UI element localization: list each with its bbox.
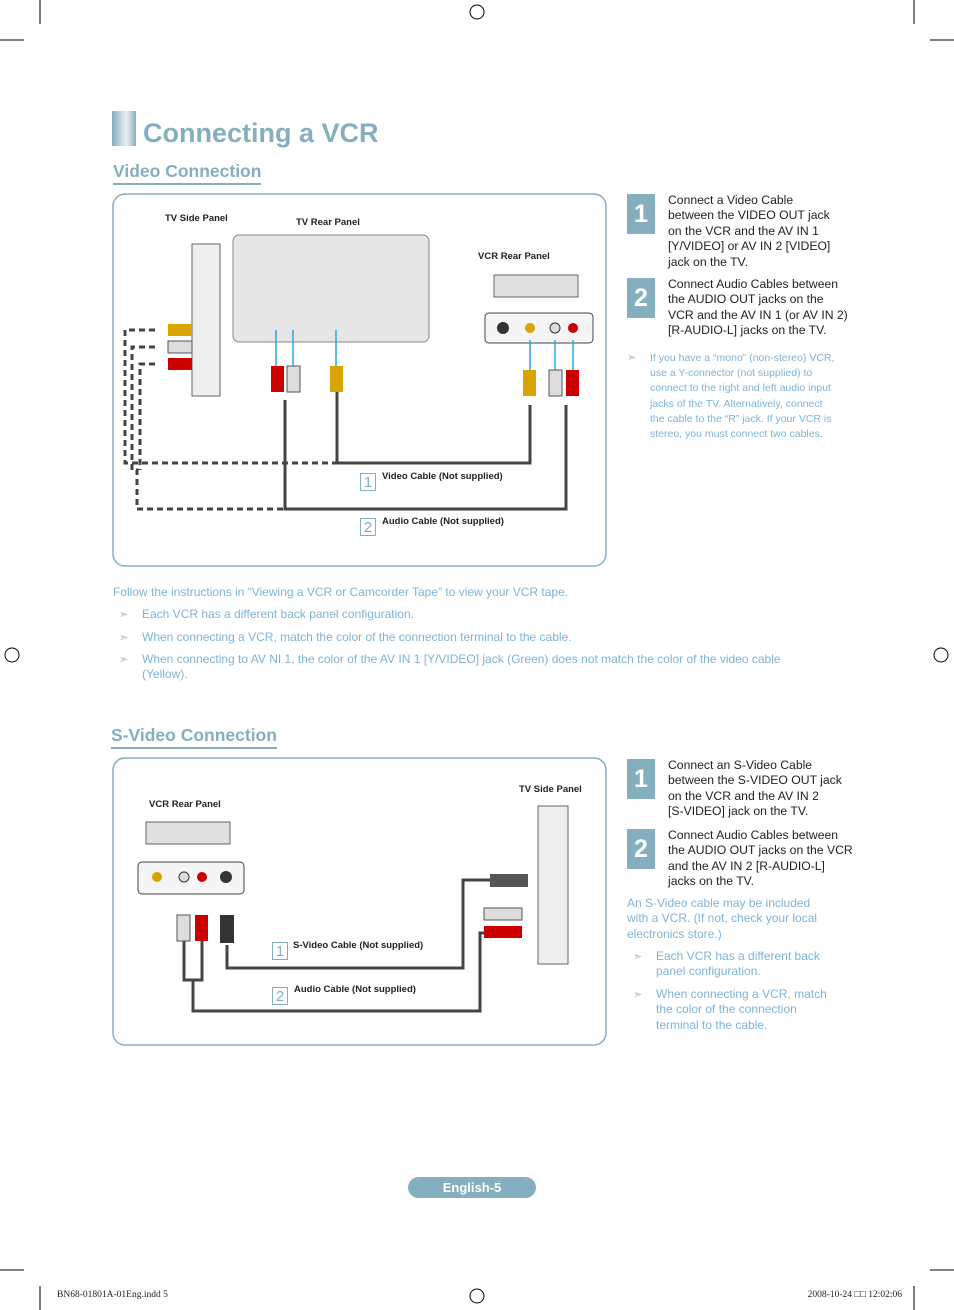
vcr-rear-panel-label: VCR Rear Panel <box>478 251 550 262</box>
step-number: 2 <box>627 829 655 869</box>
step-text: Connect Audio Cables between the AUDIO OU… <box>668 828 853 889</box>
note-arrow-icon: ➣ <box>119 654 129 666</box>
note-item: Each VCR has a different back panel confi… <box>656 949 820 979</box>
note-arrow-icon: ➣ <box>627 352 637 364</box>
tv-rear-panel <box>232 234 430 343</box>
step-number: 2 <box>627 278 655 318</box>
step-number: 1 <box>627 759 655 799</box>
note-item: When connecting to AV NI 1, the color of… <box>142 652 781 682</box>
cable-number-badge: 1 <box>272 942 288 960</box>
note-item: Each VCR has a different back panel conf… <box>142 607 414 621</box>
note-arrow-icon: ➣ <box>633 951 643 963</box>
cable-number-badge: 2 <box>272 987 288 1005</box>
step-text: Connect an S-Video Cable between the S-VI… <box>668 758 842 819</box>
svideo-cable-note: An S-Video cable may be included with a V… <box>627 896 818 941</box>
audio-cable-label: Audio Cable (Not supplied) <box>294 984 416 995</box>
page-number-label: English-5 <box>408 1177 536 1198</box>
svideo-cable-label: S-Video Cable (Not supplied) <box>293 940 424 951</box>
video-cable-label: Video Cable (Not supplied) <box>382 471 503 482</box>
tv-side-panel-label: TV Side Panel <box>165 213 228 224</box>
follow-instructions: Follow the instructions in “Viewing a VC… <box>113 585 569 599</box>
page-title: Connecting a VCR <box>143 118 379 148</box>
vcr-rear-panel-label: VCR Rear Panel <box>149 799 221 810</box>
tv-side-panel <box>537 805 569 965</box>
tv-rear-panel-label: TV Rear Panel <box>296 217 360 228</box>
title-bar-decoration <box>112 111 136 146</box>
note-arrow-icon: ➣ <box>633 989 643 1001</box>
note-item: When connecting a VCR, match the color o… <box>142 630 572 644</box>
footer-timestamp: 2008-10-24 □□ 12:02:06 <box>807 1290 902 1300</box>
note-arrow-icon: ➣ <box>119 632 129 644</box>
footer-filename: BN68-01801A-01Eng.indd 5 <box>57 1290 168 1300</box>
step-text: Connect Audio Cables between the AUDIO OU… <box>668 277 848 338</box>
tv-side-panel-label: TV Side Panel <box>519 784 582 795</box>
video-connection-heading: Video Connection <box>113 161 262 185</box>
note-arrow-icon: ➣ <box>119 609 129 621</box>
vcr-icon <box>145 821 231 845</box>
step-text: Connect a Video Cable between the VIDEO O… <box>668 193 831 269</box>
vcr-icon <box>493 274 579 298</box>
mono-vcr-note: If you have a “mono” (non-stereo) VCR, us… <box>650 352 835 441</box>
note-item: When connecting a VCR, match the color of… <box>656 987 827 1032</box>
svideo-connection-heading: S-Video Connection <box>111 725 277 749</box>
audio-cable-label: Audio Cable (Not supplied) <box>382 516 504 527</box>
tv-side-panel <box>191 243 221 397</box>
cable-number-badge: 2 <box>360 518 376 536</box>
step-number: 1 <box>627 194 655 234</box>
cable-number-badge: 1 <box>360 473 376 491</box>
